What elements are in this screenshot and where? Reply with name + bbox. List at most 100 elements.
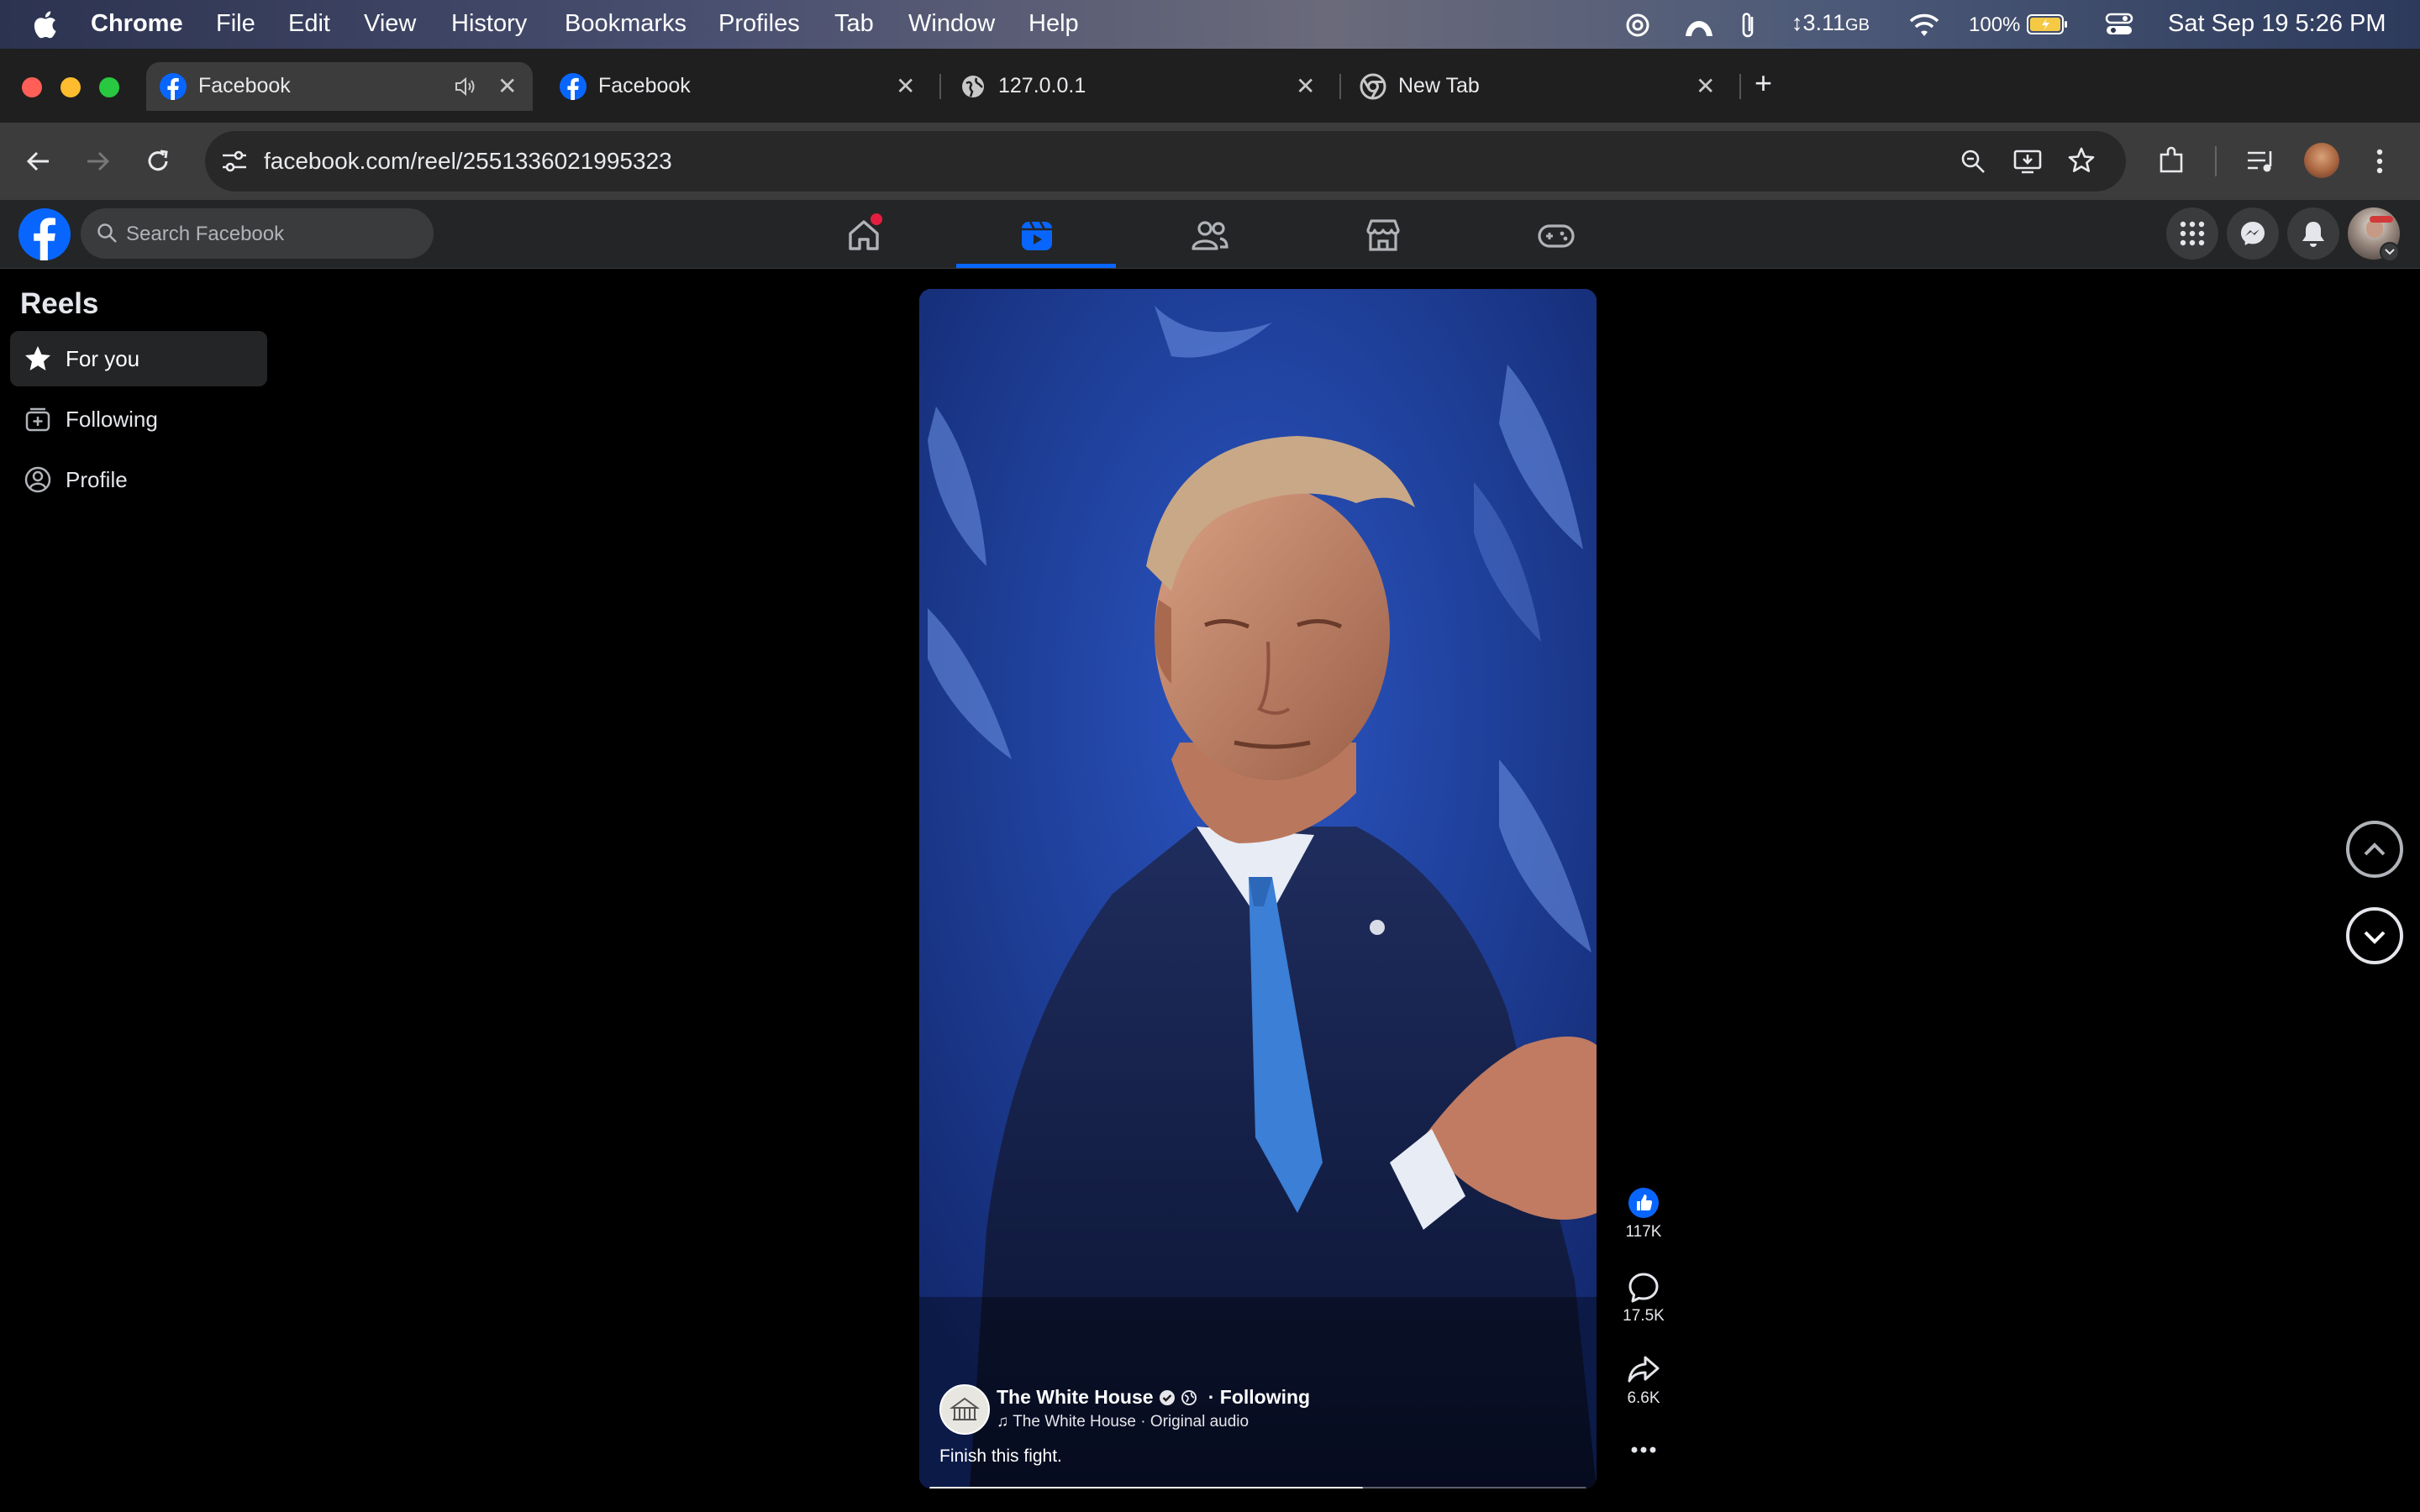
menu-grid-button[interactable] [2166, 207, 2218, 260]
tab-facebook[interactable]: Facebook ✕ [546, 62, 933, 111]
menu-bookmarks[interactable]: Bookmarks [565, 10, 687, 38]
verified-badge-icon [1159, 1390, 1175, 1405]
facebook-header: Search Facebook [0, 200, 2420, 269]
tab-divider [939, 74, 941, 99]
browser-toolbar: facebook.com/reel/2551336021995323 [0, 123, 2420, 200]
sidebar-item-for-you[interactable]: For you [10, 331, 267, 386]
chrome-icon [1360, 73, 1386, 100]
back-arrow-icon[interactable] [24, 146, 54, 176]
menubar-clock[interactable]: Sat Sep 19 5:26 PM [2168, 10, 2386, 38]
menu-profiles[interactable]: Profiles [718, 10, 800, 38]
apple-icon[interactable] [32, 10, 57, 39]
friends-icon[interactable] [1190, 215, 1230, 255]
reload-icon[interactable] [143, 146, 173, 176]
share-arrow-icon [1628, 1356, 1660, 1383]
menu-edit[interactable]: Edit [288, 10, 330, 38]
chatgpt-icon[interactable] [1623, 11, 1652, 39]
marketplace-icon[interactable] [1363, 215, 1403, 255]
messenger-icon [2241, 222, 2265, 245]
forward-arrow-icon[interactable] [82, 146, 113, 176]
bookmark-star-icon[interactable] [2067, 146, 2096, 175]
reel-video[interactable]: The White House · Following ♫ The White … [919, 289, 1597, 1488]
new-tab-button[interactable]: + [1754, 66, 1772, 101]
bell-icon [2302, 222, 2324, 247]
memory-usage[interactable]: ↕3.11GB [1791, 10, 1870, 36]
control-center-icon[interactable] [2105, 12, 2133, 37]
tab-title: Facebook [598, 74, 691, 97]
like-count: 117K [1625, 1223, 1662, 1241]
notifications-button[interactable] [2287, 207, 2339, 260]
menu-window[interactable]: Window [908, 10, 995, 38]
reel-video-frame [919, 289, 1597, 1488]
previous-reel-button[interactable] [2346, 821, 2403, 878]
media-controls-icon[interactable] [2245, 146, 2277, 176]
chrome-profile-avatar[interactable] [2304, 143, 2339, 178]
window-zoom-button[interactable] [99, 77, 119, 97]
tab-close-icon[interactable]: ✕ [1696, 72, 1715, 100]
more-options-icon[interactable] [1630, 1445, 1657, 1455]
tab-localhost[interactable]: 127.0.0.1 ✕ [946, 62, 1333, 111]
audio-playing-icon[interactable] [454, 76, 477, 97]
author-name[interactable]: The White House [997, 1386, 1154, 1408]
messenger-button[interactable] [2227, 207, 2279, 260]
window-close-button[interactable] [22, 77, 42, 97]
share-count: 6.6K [1627, 1389, 1660, 1407]
grid-menu-icon [2180, 221, 2205, 246]
menu-app-name[interactable]: Chrome [91, 10, 183, 38]
site-settings-icon[interactable] [220, 148, 249, 175]
reel-progress-track[interactable] [929, 1487, 1586, 1488]
chevron-down-icon [2364, 931, 2386, 944]
author-avatar[interactable] [939, 1384, 990, 1435]
tab-close-icon[interactable]: ✕ [896, 72, 915, 100]
tab-close-icon[interactable]: ✕ [1296, 72, 1315, 100]
menu-history[interactable]: History [451, 10, 527, 38]
arc-icon[interactable] [1683, 11, 1715, 39]
memory-value: 3.11 [1802, 10, 1846, 35]
reels-icon[interactable] [1017, 215, 1057, 255]
zoom-icon[interactable] [1960, 148, 1986, 175]
sidebar-item-label: For you [66, 346, 140, 371]
menu-file[interactable]: File [216, 10, 255, 38]
paperclip-icon[interactable] [1739, 10, 1758, 40]
extensions-icon[interactable] [2156, 146, 2186, 176]
menu-tab[interactable]: Tab [834, 10, 874, 38]
sidebar-item-label: Profile [66, 467, 128, 492]
chrome-menu-icon[interactable] [2371, 146, 2388, 176]
tab-new-tab[interactable]: New Tab ✕ [1346, 62, 1733, 111]
reel-author-line: The White House · Following [997, 1386, 1310, 1409]
chevron-up-icon [2364, 843, 2386, 856]
gaming-icon[interactable] [1536, 215, 1576, 255]
menu-help[interactable]: Help [1028, 10, 1079, 38]
tab-title: Facebook [198, 74, 291, 97]
tab-close-icon[interactable]: ✕ [497, 72, 517, 100]
account-menu-chevron[interactable] [2380, 242, 2400, 262]
facebook-logo-icon[interactable] [18, 208, 71, 260]
url-text[interactable]: facebook.com/reel/2551336021995323 [264, 148, 672, 175]
tab-facebook-active[interactable]: Facebook ✕ [146, 62, 533, 111]
tab-title: 127.0.0.1 [998, 74, 1086, 97]
facebook-search[interactable]: Search Facebook [81, 208, 434, 259]
sidebar-item-label: Following [66, 407, 158, 432]
sidebar-item-following[interactable]: Following [10, 391, 267, 447]
reel-audio-line[interactable]: ♫ The White House · Original audio [997, 1413, 1249, 1431]
next-reel-button[interactable] [2346, 907, 2403, 964]
reel-progress-fill [929, 1487, 1364, 1488]
battery-icon[interactable] [2027, 13, 2069, 35]
sidebar-item-profile[interactable]: Profile [10, 452, 267, 507]
window-minimize-button[interactable] [60, 77, 81, 97]
menu-view[interactable]: View [364, 10, 416, 38]
follow-status[interactable]: · Following [1208, 1386, 1310, 1408]
like-action[interactable]: 117K [1613, 1188, 1674, 1242]
facebook-icon [160, 73, 187, 100]
avatar-hat [2370, 216, 2393, 223]
address-bar[interactable]: facebook.com/reel/2551336021995323 [205, 131, 2126, 192]
tab-divider [1339, 74, 1341, 99]
search-placeholder: Search Facebook [126, 223, 285, 245]
comment-action[interactable]: 17.5K [1613, 1272, 1674, 1326]
battery-percent: 100% [1969, 13, 2021, 36]
install-app-icon[interactable] [2013, 148, 2042, 175]
share-action[interactable]: 6.6K [1613, 1354, 1674, 1408]
profile-icon [24, 466, 51, 493]
wifi-icon[interactable] [1908, 13, 1940, 38]
reel-caption: Finish this fight. [939, 1446, 1062, 1466]
